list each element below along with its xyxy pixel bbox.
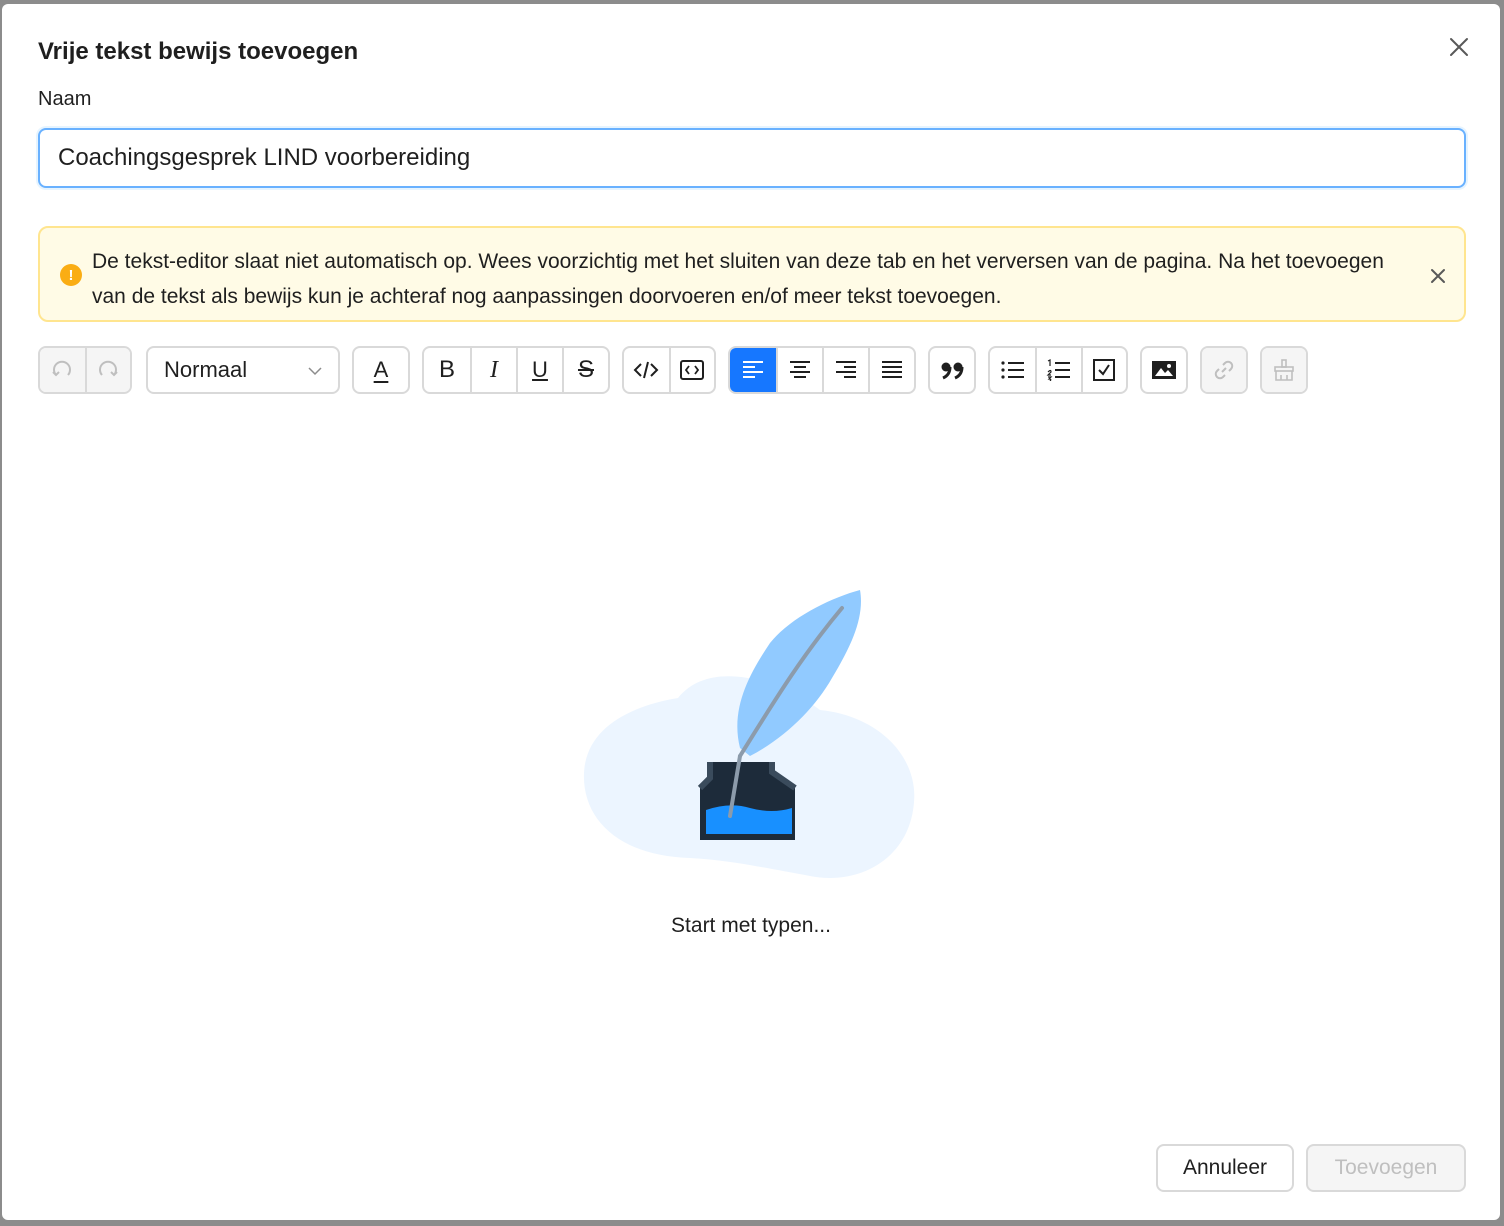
close-icon: [1450, 38, 1468, 56]
quote-group: [928, 346, 976, 394]
alignment-group: [728, 346, 916, 394]
bullet-list-button[interactable]: [990, 348, 1035, 392]
dialog: Vrije tekst bewijs toevoegen Naam ! De t…: [2, 4, 1500, 1220]
name-input[interactable]: [38, 128, 1466, 188]
bold-button[interactable]: B: [424, 348, 470, 392]
image-group: [1140, 346, 1188, 394]
align-right-button[interactable]: [822, 348, 868, 392]
link-group: [1200, 346, 1248, 394]
add-button[interactable]: Toevoegen: [1306, 1144, 1466, 1192]
numbered-list-button[interactable]: [1035, 348, 1080, 392]
alert-close-button[interactable]: [1426, 264, 1450, 288]
align-center-icon: [790, 361, 810, 378]
link-button[interactable]: [1202, 348, 1246, 392]
quote-button[interactable]: [930, 348, 974, 392]
editor-toolbar: Normaal A B I U S: [2, 346, 1500, 394]
image-button[interactable]: [1142, 348, 1186, 392]
bullet-list-icon: [1001, 361, 1024, 379]
text-color-group: A: [352, 346, 410, 394]
code-block-button[interactable]: [668, 348, 714, 392]
code-block-icon: [680, 360, 705, 380]
align-justify-icon: [882, 361, 902, 378]
italic-icon: I: [490, 356, 498, 383]
quill-inkwell-illustration: [583, 590, 915, 878]
code-button[interactable]: [624, 348, 669, 392]
clear-format-icon: [1274, 359, 1294, 381]
checklist-icon: [1093, 359, 1116, 381]
inline-format-group: B I U S: [422, 346, 610, 394]
numbered-list-icon: [1046, 359, 1070, 381]
align-right-icon: [836, 361, 856, 378]
dialog-close-button[interactable]: [1444, 32, 1474, 62]
undo-icon: [52, 360, 72, 377]
name-label: Naam: [38, 88, 92, 110]
block-format-select[interactable]: Normaal: [146, 346, 340, 394]
undo-button[interactable]: [40, 348, 85, 392]
block-format-value: Normaal: [164, 357, 248, 382]
clear-format-button[interactable]: [1262, 348, 1306, 392]
text-color-button[interactable]: A: [354, 348, 408, 392]
bold-icon: B: [438, 356, 455, 383]
strikethrough-button[interactable]: S: [562, 348, 608, 392]
italic-button[interactable]: I: [470, 348, 516, 392]
align-left-button[interactable]: [730, 348, 776, 392]
clear-format-group: [1260, 346, 1308, 394]
alert-message: De tekst-editor slaat niet automatisch o…: [92, 250, 1384, 308]
align-left-icon: [743, 361, 763, 378]
underline-button[interactable]: U: [516, 348, 562, 392]
autosave-warning-alert: ! De tekst-editor slaat niet automatisch…: [38, 226, 1466, 322]
align-justify-button[interactable]: [868, 348, 914, 392]
chevron-down-icon: [308, 367, 322, 376]
exclamation-icon: !: [60, 264, 82, 286]
code-group: [622, 346, 716, 394]
align-center-button[interactable]: [776, 348, 822, 392]
close-icon: [1431, 269, 1445, 283]
strikethrough-icon: S: [577, 356, 594, 383]
editor-placeholder: Start met typen...: [671, 914, 831, 937]
link-icon: [1214, 360, 1234, 380]
underline-icon: U: [532, 357, 548, 382]
checklist-button[interactable]: [1080, 348, 1126, 392]
redo-button[interactable]: [84, 348, 130, 392]
code-icon: [634, 361, 659, 379]
redo-icon: [99, 360, 119, 377]
cancel-button[interactable]: Annuleer: [1156, 1144, 1294, 1192]
image-icon: [1152, 361, 1176, 379]
text-color-icon: A: [373, 357, 389, 382]
list-group: [988, 346, 1128, 394]
dialog-title: Vrije tekst bewijs toevoegen: [38, 38, 359, 65]
history-group: [38, 346, 132, 394]
quote-icon: [941, 362, 964, 380]
